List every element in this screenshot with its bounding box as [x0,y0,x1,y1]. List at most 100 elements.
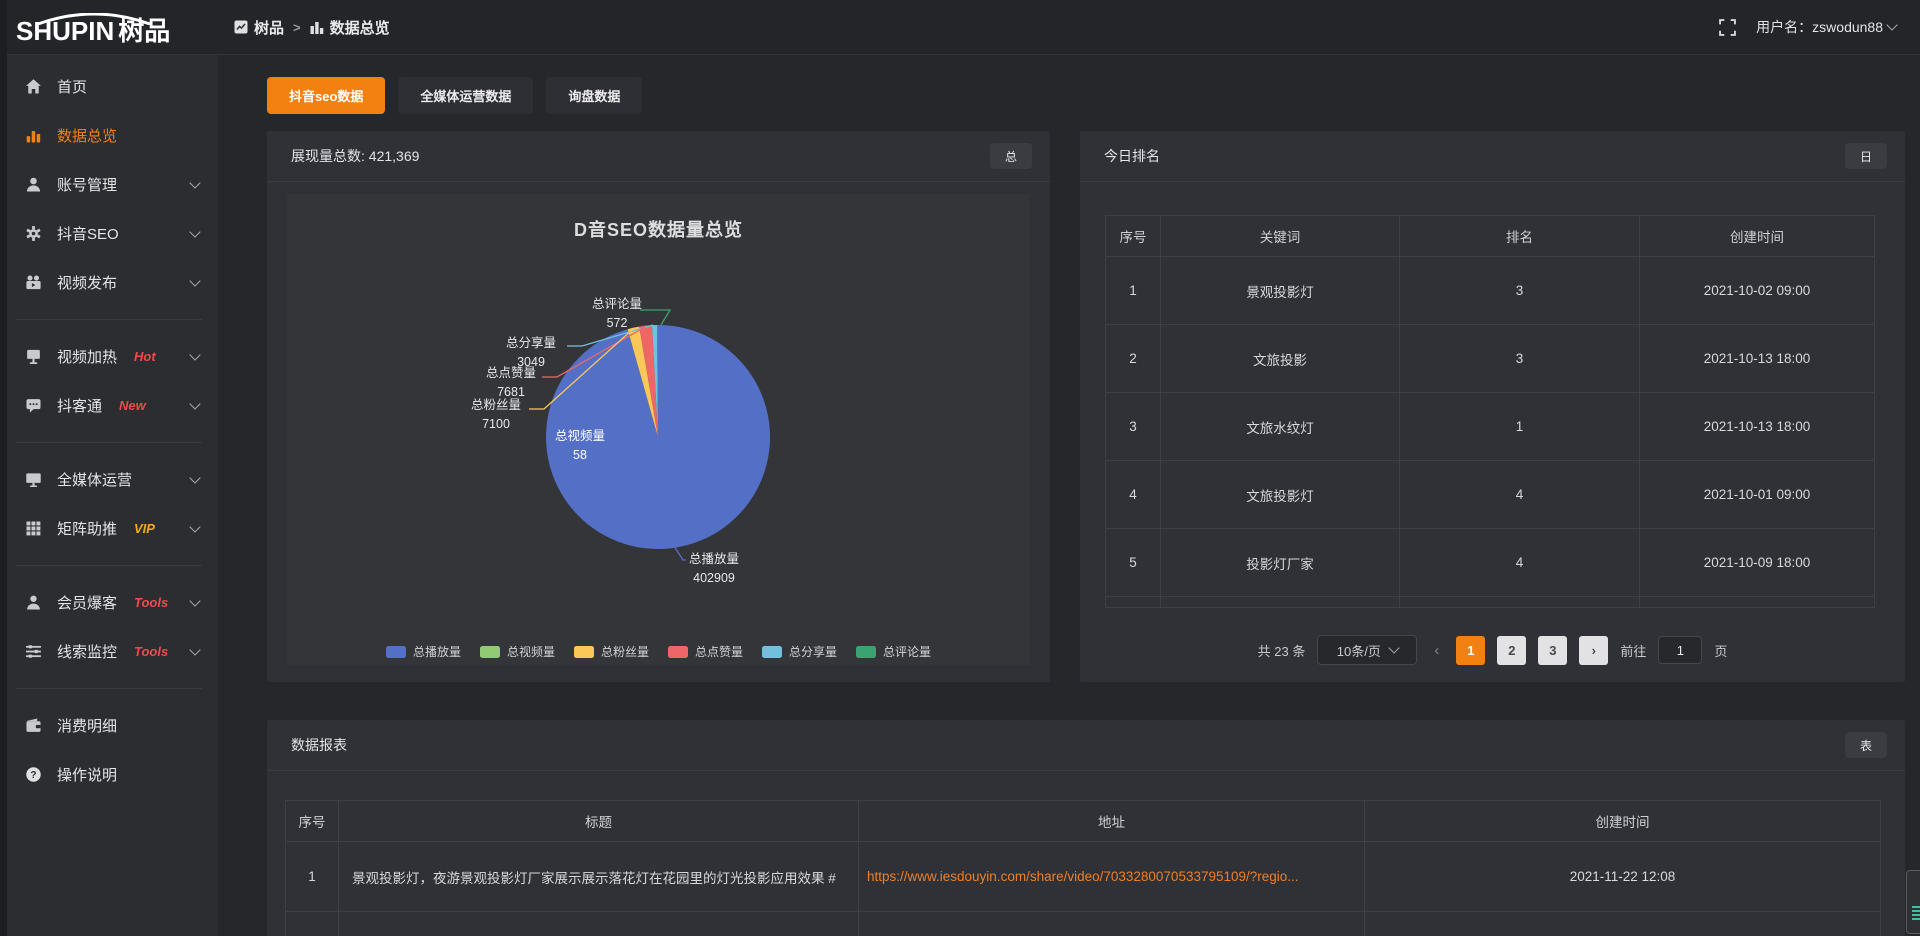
report-title: 数据报表 [291,735,347,755]
bar-chart-icon [25,127,42,144]
tab-media-ops[interactable]: 全媒体运营数据 [398,77,533,114]
window-edge-strip [0,0,7,936]
sidebar-item-douyin-seo[interactable]: 抖音SEO [0,209,218,258]
breadcrumb-root[interactable]: 树品 [234,17,284,38]
legend-label: 总分享量 [789,643,837,660]
sidebar-item-media-ops[interactable]: 全媒体运营 [0,455,218,504]
sidebar-item-account[interactable]: 账号管理 [0,160,218,209]
billboard-icon [25,348,42,365]
chevron-down-icon [189,595,200,606]
table-row: 2文旅投影32021-10-13 18:00 [1106,325,1875,393]
monitor-icon [25,471,42,488]
table-header-row: 序号 标题 地址 创建时间 [286,801,1881,842]
chevron-down-icon [189,275,200,286]
sidebar: 首页 数据总览 账号管理 抖音SEO 视频发布 视频加热 Hot 抖客通 New… [0,54,218,936]
sidebar-item-help[interactable]: ? 操作说明 [0,750,218,799]
chevron-down-icon [1388,642,1399,653]
table-row: 1 景观投影灯，夜游景观投影灯厂家展示展示落花灯在花园里的灯光投影应用效果 # … [286,842,1881,912]
sidebar-divider [16,319,202,320]
column-header: 创建时间 [1365,801,1881,842]
breadcrumb-current[interactable]: 数据总览 [310,17,390,38]
sidebar-item-video-publish[interactable]: 视频发布 [0,258,218,307]
impressions-title: 展现量总数: 421,369 [291,146,419,166]
column-header: 序号 [286,801,339,842]
legend-color-chip [668,646,688,658]
data-tabs: 抖音seo数据 全媒体运营数据 询盘数据 [267,77,1905,114]
legend-item-3[interactable]: 总粉丝量 [574,643,649,660]
legend-item-1[interactable]: 总播放量 [386,643,461,660]
column-header: 创建时间 [1640,216,1875,257]
column-header: 关键词 [1161,216,1400,257]
page-button-1[interactable]: 1 [1456,636,1485,665]
sidebar-item-member-burst[interactable]: 会员爆客 Tools [0,578,218,627]
legend-label: 总视频量 [507,643,555,660]
legend-item-4[interactable]: 总点赞量 [668,643,743,660]
widget-stripe [1912,914,1920,916]
sidebar-item-expense-detail[interactable]: 消费明细 [0,701,218,750]
video-url-link[interactable]: https://www.iesdouyin.com/share/video/70… [859,842,1365,912]
legend-color-chip [856,646,876,658]
chevron-down-icon [189,644,200,655]
legend-color-chip [574,646,594,658]
top-header: SHUPIN树品 树品 > 数据总览 用户名：zswodun88 [0,0,1920,55]
app-logo[interactable]: SHUPIN树品 [0,10,218,44]
sidebar-item-video-heat[interactable]: 视频加热 Hot [0,332,218,381]
widget-stripe [1912,910,1920,912]
report-panel: 数据报表 表 序号 标题 地址 创建时间 1 景观投影灯，夜游景观投影灯厂家展示… [267,720,1905,936]
page-button-2[interactable]: 2 [1497,636,1526,665]
sidebar-item-doketong[interactable]: 抖客通 New [0,381,218,430]
table-row-clipped [1106,597,1875,608]
sidebar-item-home[interactable]: 首页 [0,62,218,111]
chevron-down-icon [189,472,200,483]
question-circle-icon: ? [25,766,42,783]
table-toggle-button[interactable]: 表 [1845,732,1887,758]
floating-side-widget[interactable] [1906,870,1920,934]
ranking-table: 序号 关键词 排名 创建时间 1景观投影灯32021-10-02 09:00 2… [1105,215,1875,608]
column-header: 序号 [1106,216,1161,257]
legend-item-5[interactable]: 总分享量 [762,643,837,660]
user-menu[interactable]: 用户名：zswodun88 [1756,17,1896,37]
day-toggle-button[interactable]: 日 [1845,143,1887,169]
sidebar-divider [16,565,202,566]
widget-stripe [1912,918,1920,920]
table-header-row: 序号 关键词 排名 创建时间 [1106,216,1875,257]
pie-label-plays: 总播放量402909 [664,550,764,588]
tools-badge: Tools [134,595,168,610]
tab-inquiry[interactable]: 询盘数据 [546,77,642,114]
column-header: 排名 [1400,216,1640,257]
table-row: 5投影灯厂家42021-10-09 18:00 [1106,529,1875,597]
chevron-down-icon [189,521,200,532]
prev-page-button[interactable]: ‹ [1429,642,1444,659]
next-page-button[interactable]: › [1579,636,1608,665]
sidebar-divider [16,688,202,689]
table-row-clipped [286,912,1881,936]
chat-bubble-icon [25,397,42,414]
legend-label: 总粉丝量 [601,643,649,660]
page-button-3[interactable]: 3 [1538,636,1567,665]
pie-label-videos: 总视频量58 [530,427,630,465]
legend-item-6[interactable]: 总评论量 [856,643,931,660]
gear-icon [25,225,42,242]
tab-douyin-seo[interactable]: 抖音seo数据 [267,77,385,114]
user-icon [25,176,42,193]
legend-item-2[interactable]: 总视频量 [480,643,555,660]
ranking-panel: 今日排名 日 序号 关键词 排名 创建时间 1景观投影灯32021-10-02 … [1080,131,1905,682]
main-content: 抖音seo数据 全媒体运营数据 询盘数据 展现量总数: 421,369 总 D音… [218,54,1920,936]
column-header: 地址 [859,801,1365,842]
fullscreen-icon[interactable] [1719,19,1736,36]
page-size-select[interactable]: 10条/页 [1317,635,1417,665]
goto-page-input[interactable] [1658,636,1702,664]
sidebar-item-clue-monitor[interactable]: 线索监控 Tools [0,627,218,676]
wallet-icon [25,717,42,734]
chevron-down-icon [189,226,200,237]
logo-arc-icon [24,13,174,25]
column-header: 标题 [339,801,859,842]
sidebar-item-matrix-boost[interactable]: 矩阵助推 VIP [0,504,218,553]
vip-badge: VIP [134,521,155,536]
sliders-icon [25,643,42,660]
total-toggle-button[interactable]: 总 [990,143,1032,169]
tools-badge: Tools [134,644,168,659]
pie-chart: D音SEO数据量总览 总评论量572 总分享量3049 总点赞量7681 总粉丝… [287,194,1030,665]
legend-color-chip [762,646,782,658]
sidebar-item-data-overview[interactable]: 数据总览 [0,111,218,160]
